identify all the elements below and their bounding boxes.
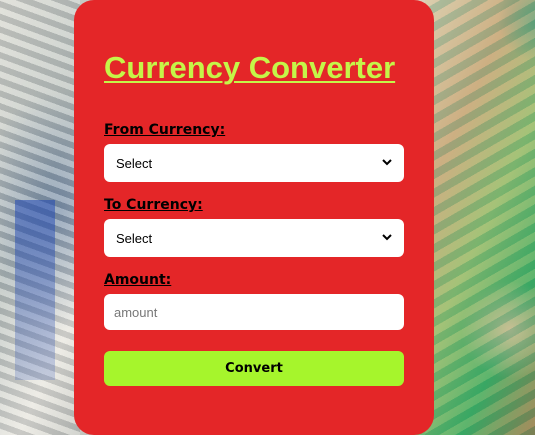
to-currency-value: Select xyxy=(116,230,153,246)
background-texture-right xyxy=(425,0,535,435)
to-currency-select[interactable]: Select xyxy=(104,219,404,257)
amount-label: Amount: xyxy=(104,272,172,288)
amount-placeholder: amount xyxy=(114,304,158,320)
to-currency-label: To Currency: xyxy=(104,197,203,213)
background-blue-strip xyxy=(15,200,55,380)
converter-card: Currency Converter From Currency: Select… xyxy=(74,0,434,435)
page-title: Currency Converter xyxy=(104,50,396,85)
from-currency-select[interactable]: Select xyxy=(104,144,404,182)
chevron-down-icon xyxy=(382,157,392,169)
amount-group: Amount: amount xyxy=(104,272,404,330)
convert-button[interactable]: Convert xyxy=(104,351,404,386)
from-currency-value: Select xyxy=(116,155,153,171)
from-currency-group: From Currency: Select xyxy=(104,122,404,182)
amount-input[interactable]: amount xyxy=(104,294,404,330)
from-currency-label: From Currency: xyxy=(104,122,226,138)
to-currency-group: To Currency: Select xyxy=(104,197,404,257)
chevron-down-icon xyxy=(382,232,392,244)
